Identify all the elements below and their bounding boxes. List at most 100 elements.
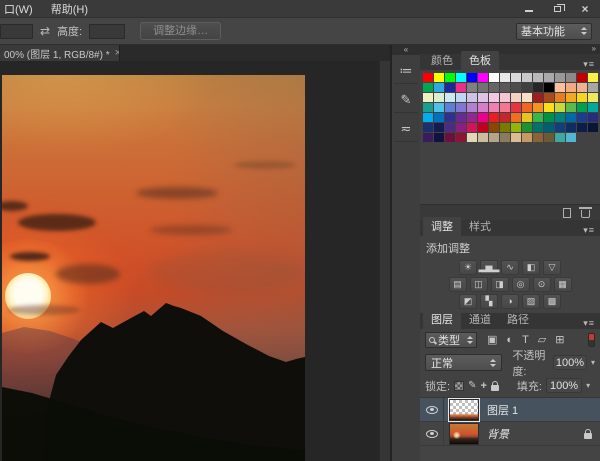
tab-swatches[interactable]: 色板 xyxy=(461,51,499,70)
swatch[interactable] xyxy=(511,73,521,82)
layer-type-filter-icon[interactable]: ◐ xyxy=(506,335,513,346)
swatch[interactable] xyxy=(588,113,598,122)
layer-type-filter-icon[interactable]: T xyxy=(522,335,529,346)
adjustment-icon[interactable]: ▚ xyxy=(480,294,498,309)
adjustment-icon[interactable]: ◩ xyxy=(459,294,477,309)
adjustment-icon[interactable]: ▂▅▂ xyxy=(480,260,498,275)
swatch[interactable] xyxy=(434,93,444,102)
layer-thumbnail[interactable] xyxy=(449,399,479,421)
swatch[interactable] xyxy=(544,123,554,132)
layer-name[interactable]: 背景 xyxy=(487,426,509,442)
swatch[interactable] xyxy=(533,123,543,132)
swatch[interactable] xyxy=(423,113,433,122)
swatch[interactable] xyxy=(434,83,444,92)
swatch[interactable] xyxy=(489,93,499,102)
document-tab[interactable]: 00% (图层 1, RGB/8#) * × xyxy=(0,45,120,61)
document-tab-close-icon[interactable]: × xyxy=(115,47,120,59)
layer-row-layer1[interactable]: 图层 1 xyxy=(420,398,600,422)
swatch[interactable] xyxy=(577,103,587,112)
adjustment-icon[interactable]: ▨ xyxy=(522,294,540,309)
swatch[interactable] xyxy=(544,113,554,122)
swatch[interactable] xyxy=(489,103,499,112)
swatch[interactable] xyxy=(511,123,521,132)
panel-menu-icon[interactable]: ▾≡ xyxy=(578,225,600,236)
swatch[interactable] xyxy=(445,83,455,92)
adjustment-icon[interactable]: ◨ xyxy=(491,277,509,292)
swatch[interactable] xyxy=(511,113,521,122)
swatch[interactable] xyxy=(533,73,543,82)
swatch[interactable] xyxy=(500,73,510,82)
swatch[interactable] xyxy=(467,83,477,92)
tab-layers[interactable]: 图层 xyxy=(423,310,461,329)
swatch[interactable] xyxy=(555,113,565,122)
swatch[interactable] xyxy=(544,83,554,92)
visibility-cell[interactable] xyxy=(420,422,444,445)
swatch[interactable] xyxy=(445,123,455,132)
swatch[interactable] xyxy=(467,103,477,112)
panel-menu-icon[interactable]: ▾≡ xyxy=(578,59,600,70)
layer-type-filter-icon[interactable]: ▣ xyxy=(487,335,497,346)
layer-thumbnail[interactable] xyxy=(449,423,479,445)
swatch[interactable] xyxy=(522,73,532,82)
swatch[interactable] xyxy=(522,83,532,92)
swatch[interactable] xyxy=(423,73,433,82)
swatch[interactable] xyxy=(500,93,510,102)
adjustment-icon[interactable]: ▩ xyxy=(543,294,561,309)
swatch[interactable] xyxy=(511,93,521,102)
swatch[interactable] xyxy=(489,123,499,132)
swatch[interactable] xyxy=(467,113,477,122)
swatch[interactable] xyxy=(456,113,466,122)
swatch[interactable] xyxy=(489,73,499,82)
swatch[interactable] xyxy=(423,103,433,112)
adjustment-icon[interactable]: ∿ xyxy=(501,260,519,275)
menu-help[interactable]: 帮助(H) xyxy=(51,1,88,17)
swatch[interactable] xyxy=(533,83,543,92)
swatch[interactable] xyxy=(434,103,444,112)
swatch[interactable] xyxy=(555,133,565,142)
dock-panel-button[interactable]: ✎ xyxy=(394,87,418,113)
tab-styles[interactable]: 样式 xyxy=(461,217,499,236)
swatch[interactable] xyxy=(566,113,576,122)
adjustment-icon[interactable]: ◑ xyxy=(501,294,519,309)
swatch[interactable] xyxy=(467,133,477,142)
swatch[interactable] xyxy=(566,73,576,82)
opacity-caret-icon[interactable]: ▾ xyxy=(591,358,595,367)
swatch[interactable] xyxy=(555,123,565,132)
swatch[interactable] xyxy=(577,93,587,102)
tab-paths[interactable]: 路径 xyxy=(499,310,537,329)
delete-swatch-icon[interactable] xyxy=(581,210,590,218)
swatch[interactable] xyxy=(456,123,466,132)
visibility-cell[interactable] xyxy=(420,398,444,421)
swatch[interactable] xyxy=(500,123,510,132)
swatch[interactable] xyxy=(522,93,532,102)
swatch[interactable] xyxy=(478,103,488,112)
swatch[interactable] xyxy=(511,103,521,112)
swatch[interactable] xyxy=(555,93,565,102)
swatch[interactable] xyxy=(566,103,576,112)
adjustment-icon[interactable]: ▤ xyxy=(449,277,467,292)
swatch[interactable] xyxy=(445,113,455,122)
swatch[interactable] xyxy=(467,73,477,82)
swap-width-height-icon[interactable]: ⇄ xyxy=(40,25,50,37)
filter-kind-dropdown[interactable]: 类型 xyxy=(425,332,477,348)
fill-value[interactable]: 100% xyxy=(546,378,582,393)
swatch[interactable] xyxy=(588,73,598,82)
tab-adjustments[interactable]: 调整 xyxy=(423,217,461,236)
swatch[interactable] xyxy=(456,103,466,112)
swatch[interactable] xyxy=(522,133,532,142)
swatch[interactable] xyxy=(555,73,565,82)
dock-panel-button[interactable]: ≂ xyxy=(394,116,418,142)
minimize-button[interactable] xyxy=(522,3,536,15)
adjustment-icon[interactable]: ⊙ xyxy=(533,277,551,292)
swatch[interactable] xyxy=(423,123,433,132)
restore-button[interactable] xyxy=(550,3,564,15)
adjustment-icon[interactable]: ▦ xyxy=(554,277,572,292)
canvas-image[interactable] xyxy=(2,75,305,461)
swatch[interactable] xyxy=(511,133,521,142)
panel-menu-icon[interactable]: ▾≡ xyxy=(578,318,600,329)
swatch[interactable] xyxy=(445,73,455,82)
swatch[interactable] xyxy=(566,133,576,142)
swatch[interactable] xyxy=(423,133,433,142)
tab-channels[interactable]: 通道 xyxy=(461,310,499,329)
adjustment-icon[interactable]: ◎ xyxy=(512,277,530,292)
